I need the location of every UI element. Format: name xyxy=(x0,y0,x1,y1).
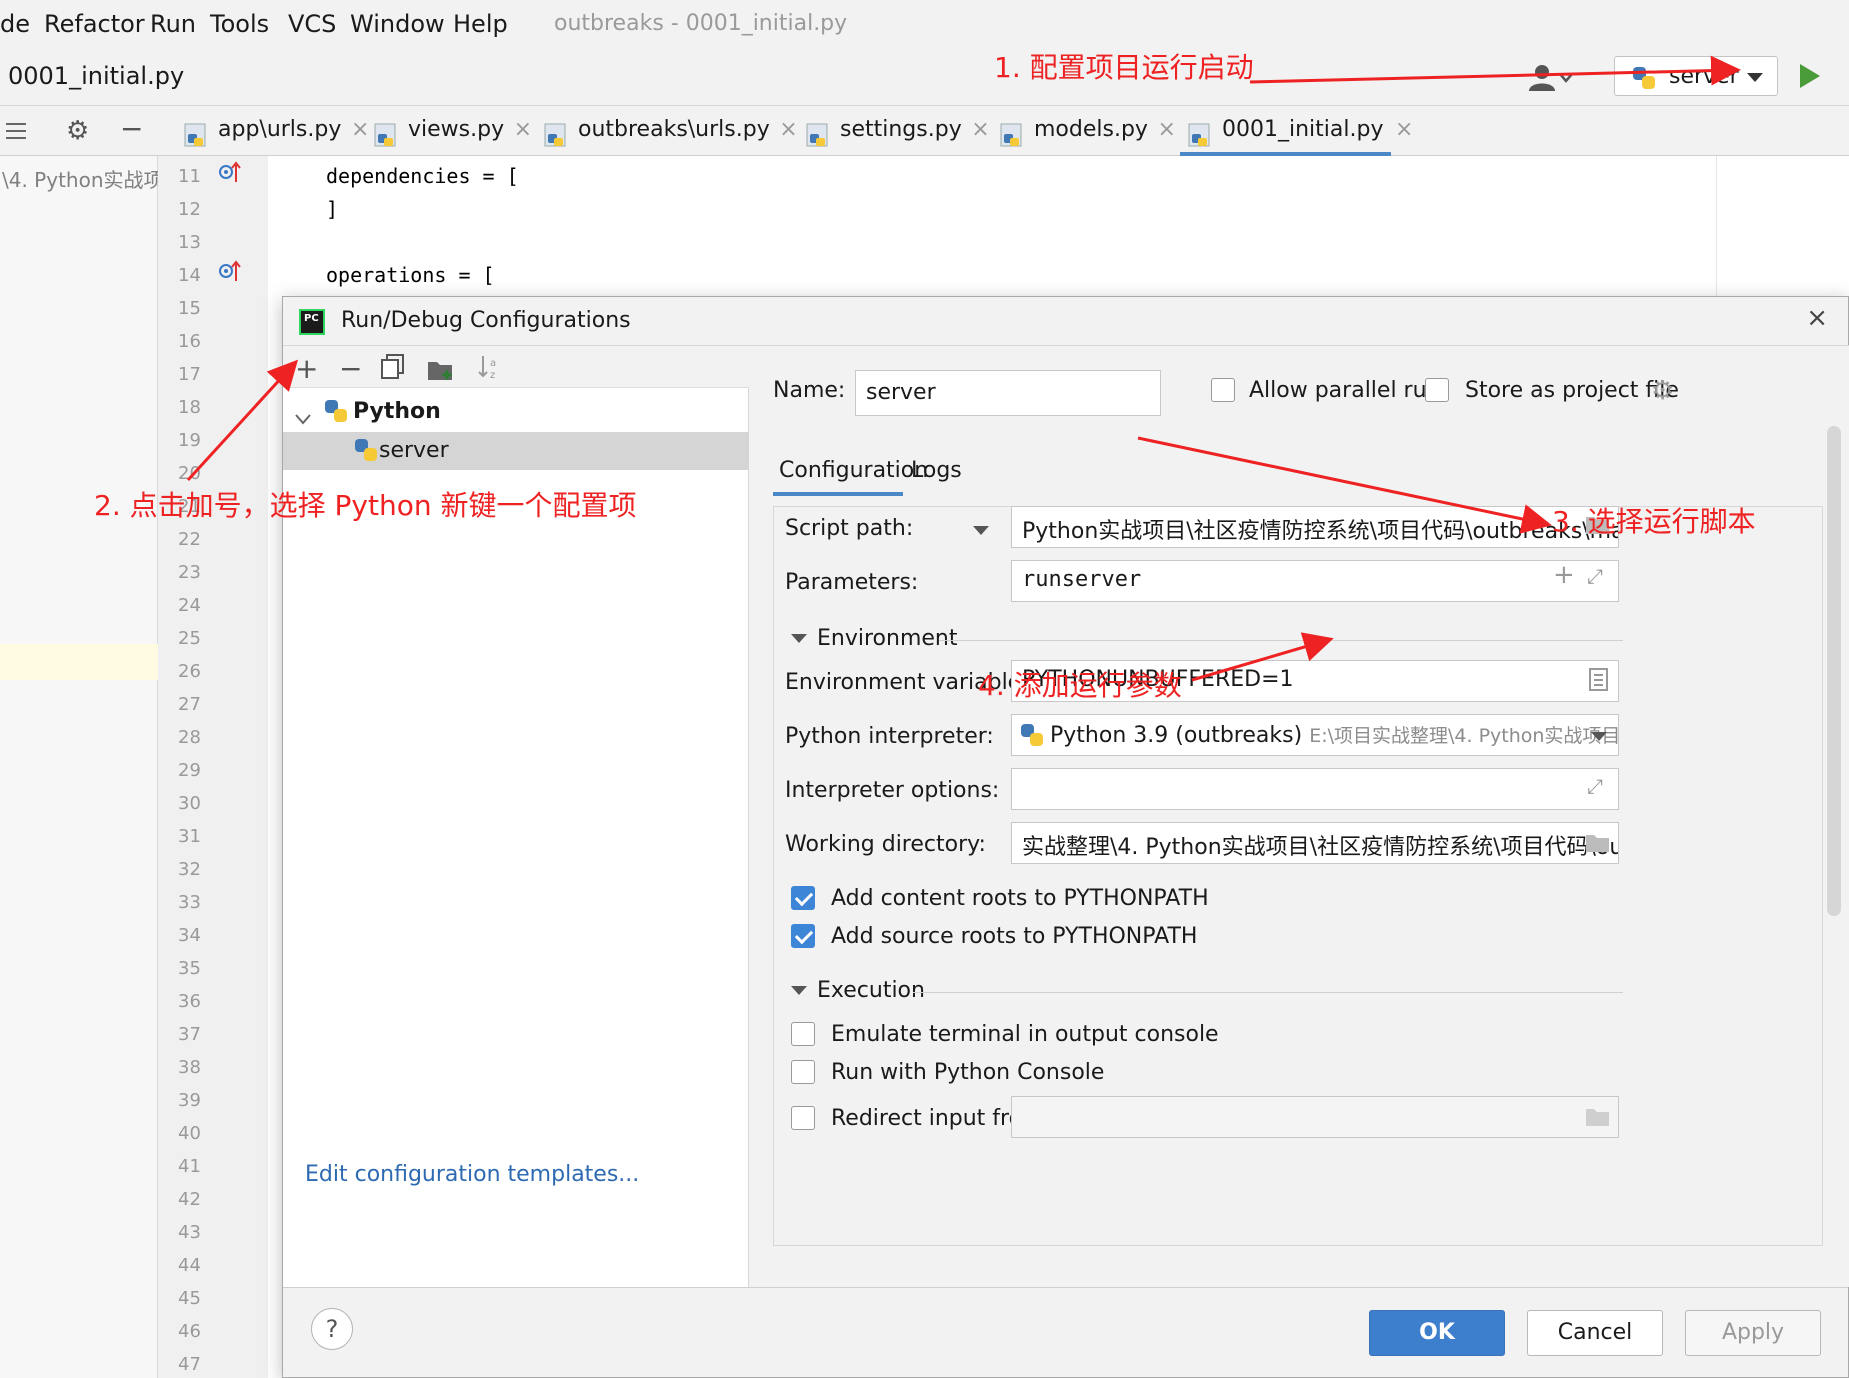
annotation-1: 1. 配置项目运行启动 xyxy=(994,51,1254,84)
annotation-4: 4. 添加运行参数 xyxy=(978,669,1182,702)
annotation-arrow-3 xyxy=(1137,436,1552,534)
annotation-3: 3. 选择运行脚本 xyxy=(1552,505,1756,538)
annotation-arrow-2 xyxy=(186,359,299,482)
annotation-arrows xyxy=(186,55,1741,682)
annotation-arrow-4 xyxy=(1191,632,1334,682)
annotation-arrow-1 xyxy=(1249,55,1741,86)
annotation-2: 2. 点击加号，选择 Python 新键一个配置项 xyxy=(94,489,637,522)
